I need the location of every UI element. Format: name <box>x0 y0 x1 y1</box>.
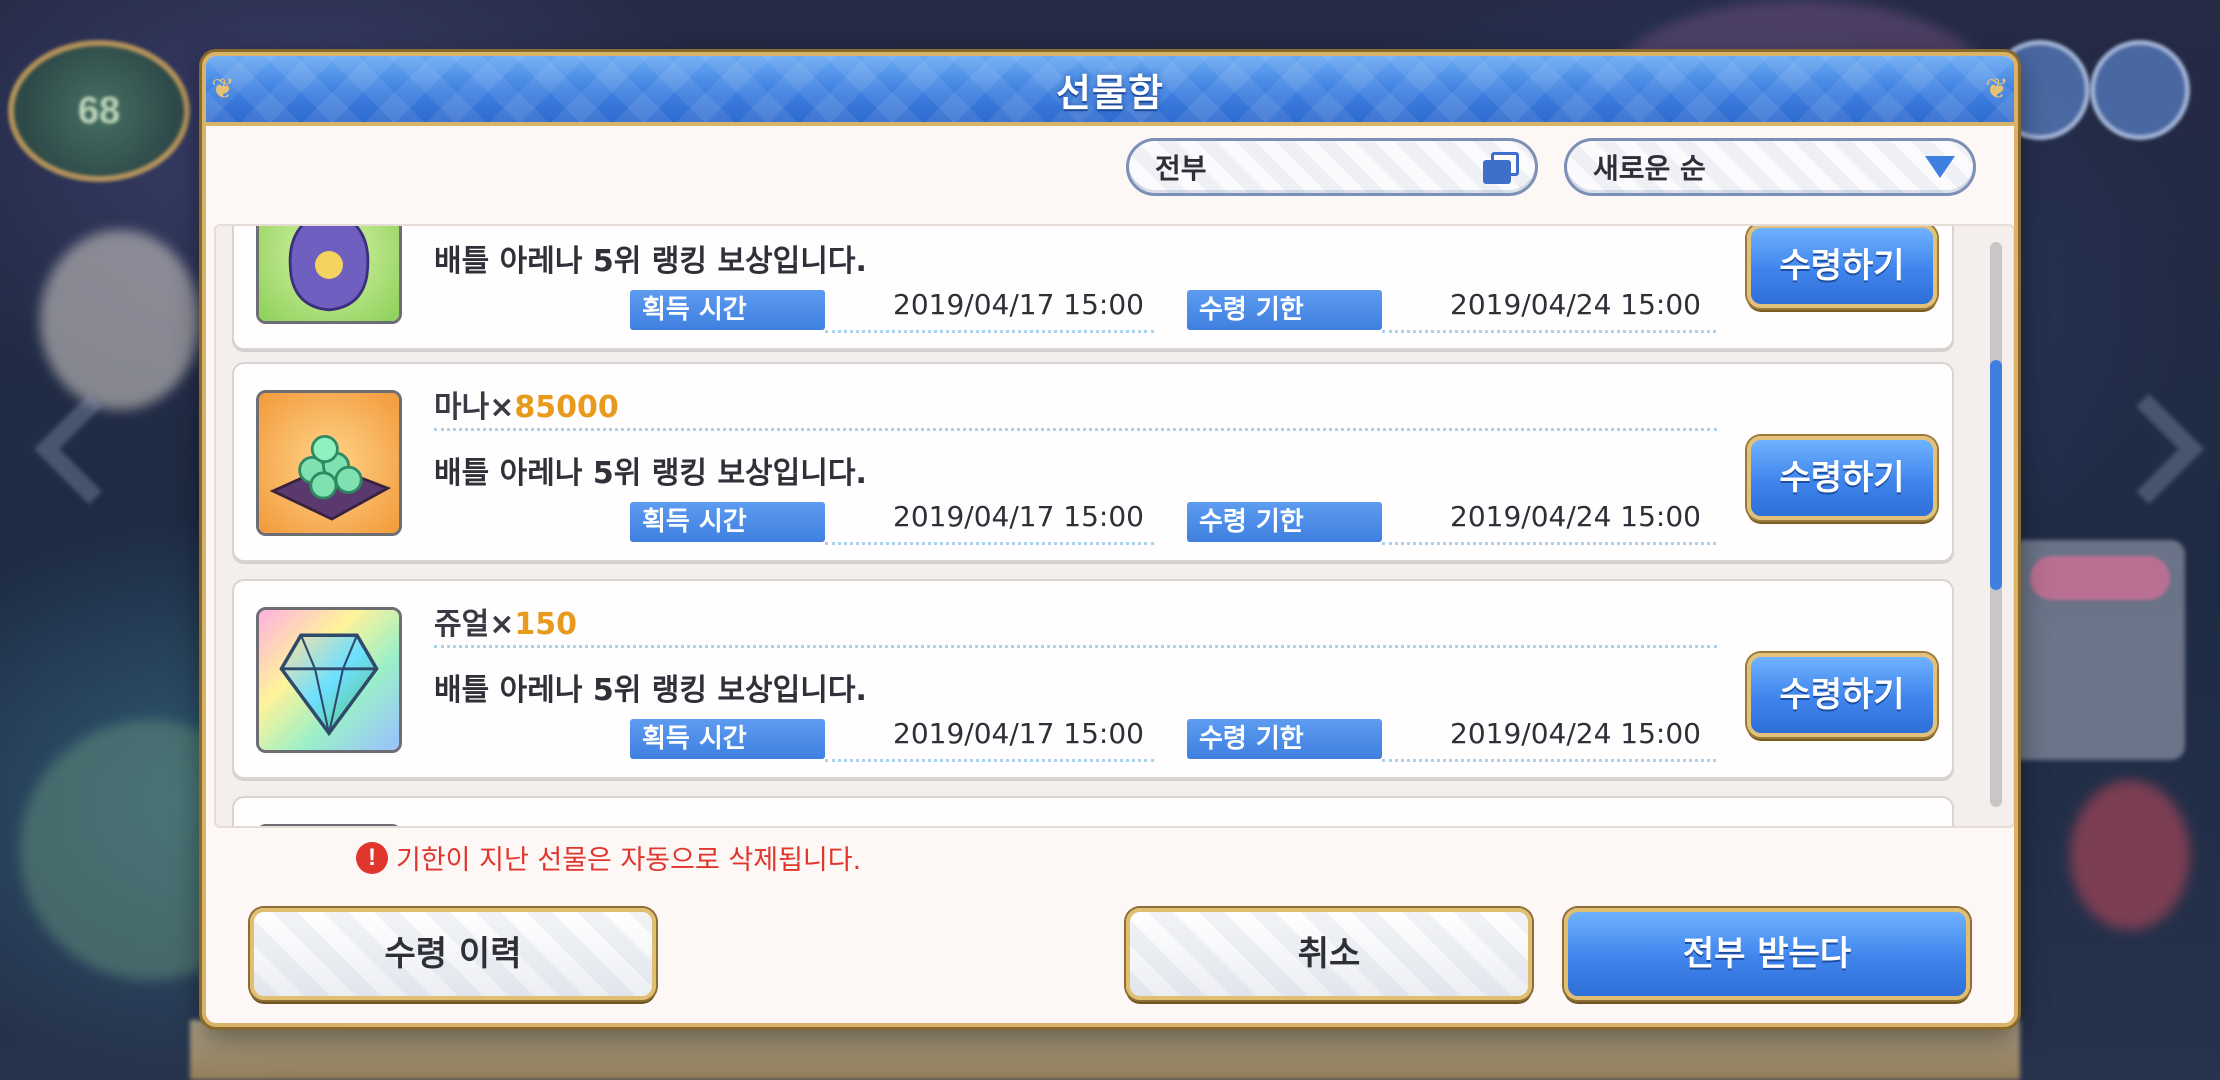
gift-quantity: 85000 <box>514 390 619 425</box>
acquired-time: 2019/04/17 15:00 <box>893 500 1144 533</box>
gift-box-dialog: ❦ 선물함 ❦ 전부 새로운 순 배틀 아레나 5위 랭킹 보상입니다. 획득 … <box>202 52 2018 1027</box>
expiry-time: 2019/04/24 15:00 <box>1450 288 1701 321</box>
gift-name: 쥬얼×150 <box>434 607 577 642</box>
expiry-label: 수령 기한 <box>1187 502 1382 542</box>
acquired-time-label: 획득 시간 <box>630 719 825 759</box>
notice-text: 기한이 지난 선물은 자동으로 삭제됩니다. <box>396 845 862 876</box>
claim-button[interactable]: 수령하기 <box>1747 436 1937 520</box>
expiry-time: 2019/04/24 15:00 <box>1450 500 1701 533</box>
mana-pile-icon <box>256 390 402 536</box>
gift-description: 배틀 아레나 5위 랭킹 보상입니다. <box>434 673 867 708</box>
receive-all-button[interactable]: 전부 받는다 <box>1564 908 1970 1000</box>
acquired-time: 2019/04/17 15:00 <box>893 288 1144 321</box>
vase-icon <box>256 226 402 324</box>
warning-icon: ! <box>356 841 388 874</box>
gift-quantity: 150 <box>514 607 577 642</box>
acquired-time-label: 획득 시간 <box>630 502 825 542</box>
expiry-label: 수령 기한 <box>1187 719 1382 759</box>
gift-name: 마나×85000 <box>434 390 619 425</box>
sort-dropdown[interactable]: 새로운 순 <box>1564 138 1976 196</box>
divider <box>434 428 1717 431</box>
scrollbar[interactable] <box>1990 242 2002 807</box>
gift-description: 배틀 아레나 5위 랭킹 보상입니다. <box>434 244 867 279</box>
fullscreen-icon <box>2090 40 2190 140</box>
next-arrow-icon <box>2093 393 2205 505</box>
prev-arrow-icon <box>33 393 145 505</box>
divider <box>1382 759 1716 762</box>
gift-description: 배틀 아레나 5위 랭킹 보상입니다. <box>434 456 867 491</box>
copy-icon <box>1481 152 1519 184</box>
gift-card <box>232 796 1954 826</box>
expiry-notice: ! 기한이 지난 선물은 자동으로 삭제됩니다. <box>356 838 861 877</box>
acquired-time: 2019/04/17 15:00 <box>893 717 1144 750</box>
acquired-time-label: 획득 시간 <box>630 290 825 330</box>
divider <box>825 759 1154 762</box>
character-portrait-blur <box>40 230 200 410</box>
claim-button[interactable]: 수령하기 <box>1747 226 1937 308</box>
gift-card: 배틀 아레나 5위 랭킹 보상입니다. 획득 시간 2019/04/17 15:… <box>232 226 1954 350</box>
side-panel-badge <box>2030 556 2170 600</box>
expiry-time: 2019/04/24 15:00 <box>1450 717 1701 750</box>
divider <box>1382 542 1716 545</box>
gift-box-icon <box>2070 780 2190 930</box>
gift-list[interactable]: 배틀 아레나 5위 랭킹 보상입니다. 획득 시간 2019/04/17 15:… <box>214 224 2014 828</box>
jewel-icon <box>256 607 402 753</box>
player-level-badge: 68 <box>8 40 190 182</box>
sort-dropdown-value: 새로운 순 <box>1593 152 1706 185</box>
claim-button[interactable]: 수령하기 <box>1747 653 1937 737</box>
filter-dropdown-value: 전부 <box>1155 152 1207 185</box>
item-icon <box>256 824 402 826</box>
cancel-button[interactable]: 취소 <box>1126 908 1532 1000</box>
divider <box>434 645 1717 648</box>
dropdown-triangle-icon <box>1925 156 1955 178</box>
divider <box>825 330 1154 333</box>
corner-ornament-icon: ❦ <box>211 72 235 105</box>
dialog-header: ❦ 선물함 ❦ <box>206 56 2014 126</box>
filter-dropdown[interactable]: 전부 <box>1126 138 1538 196</box>
divider <box>1382 330 1716 333</box>
gift-card: 마나×85000 배틀 아레나 5위 랭킹 보상입니다. 획득 시간 2019/… <box>232 362 1954 562</box>
scrollbar-thumb[interactable] <box>1990 360 2002 590</box>
expiry-label: 수령 기한 <box>1187 290 1382 330</box>
corner-ornament-icon: ❦ <box>1985 72 2009 105</box>
dialog-title: 선물함 <box>1056 70 1164 115</box>
gift-card: 쥬얼×150 배틀 아레나 5위 랭킹 보상입니다. 획득 시간 2019/04… <box>232 579 1954 779</box>
claim-history-button[interactable]: 수령 이력 <box>250 908 656 1000</box>
bottom-menu-bar <box>190 1020 2020 1080</box>
divider <box>825 542 1154 545</box>
